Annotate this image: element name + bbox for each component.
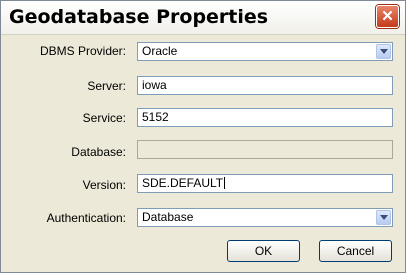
cancel-button[interactable]: Cancel (319, 240, 392, 262)
dialog-title: Geodatabase Properties (9, 6, 269, 28)
authentication-label: Authentication: (46, 211, 126, 225)
dbms-provider-select[interactable]: Oracle (137, 42, 393, 61)
service-value: 5152 (142, 110, 169, 124)
server-label: Server: (87, 79, 126, 93)
service-input[interactable]: 5152 (137, 108, 393, 127)
server-value: iowa (142, 78, 167, 92)
database-label: Database: (71, 145, 126, 159)
database-input (137, 140, 393, 159)
authentication-dropdown-button[interactable] (376, 210, 391, 225)
chevron-down-icon (379, 49, 388, 54)
text-cursor (224, 177, 226, 189)
authentication-value: Database (142, 210, 194, 224)
dbms-provider-dropdown-button[interactable] (376, 44, 391, 59)
geodatabase-properties-dialog: Geodatabase Properties ✕ DBMS Provider: … (0, 0, 406, 273)
version-input[interactable]: SDE.DEFAULT (137, 174, 393, 193)
version-value: SDE.DEFAULT (142, 176, 224, 190)
close-icon: ✕ (381, 8, 394, 25)
title-bar[interactable]: Geodatabase Properties ✕ (1, 1, 405, 35)
chevron-down-icon (379, 215, 388, 220)
authentication-select[interactable]: Database (137, 208, 393, 227)
close-button[interactable]: ✕ (376, 5, 399, 28)
service-label: Service: (82, 111, 126, 125)
dbms-provider-value: Oracle (142, 44, 178, 58)
ok-button[interactable]: OK (227, 240, 300, 262)
server-input[interactable]: iowa (137, 76, 393, 95)
dbms-provider-label: DBMS Provider: (39, 44, 126, 58)
version-label: Version: (82, 178, 126, 192)
